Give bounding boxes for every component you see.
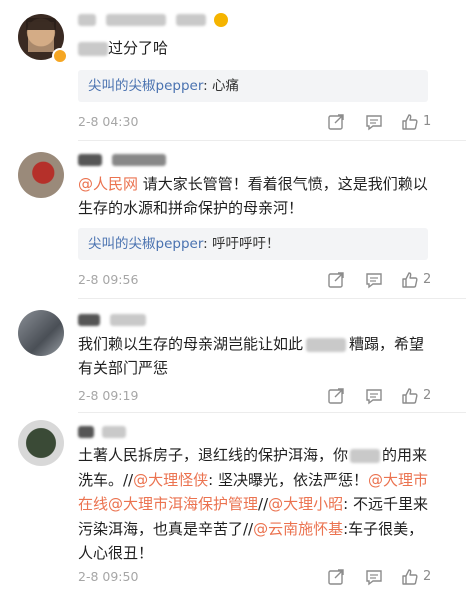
comment-text: 土著人民拆房子，退红线的保护洱海，你 的用来洗车。//@大理怪侠: 坚决曝光，依法… [78,446,428,562]
comment-text: 我们赖以生存的母亲湖岂能让如此 糟蹋，希望有关部门严惩 [78,335,425,377]
comment-text: @人民网 请大家长管管！看着很气愤，这是我们赖以生存的水源和拼命保护的母亲河！ [78,175,428,217]
redacted-text [350,448,381,463]
like-count: 1 [423,114,432,129]
comment-text: 过分了哈 [78,36,434,60]
avatar[interactable] [18,152,64,198]
comment-meta: 2-8 09:19 2 [78,386,438,406]
reply-username[interactable]: 尖叫的尖椒pepper [88,236,203,252]
comment-icon[interactable] [364,386,384,406]
like-count: 2 [423,272,432,287]
thumbs-up-icon[interactable] [400,112,420,132]
timestamp: 2-8 09:56 [78,272,139,287]
username-blurred[interactable] [78,12,229,28]
mention-link[interactable]: @人民网 [78,175,138,193]
comment-meta: 2-8 04:30 1 [78,112,438,132]
avatar[interactable] [18,420,64,466]
mention-link[interactable]: @大理小昭 [268,495,343,513]
reply-username[interactable]: 尖叫的尖椒pepper [88,78,203,94]
reply-preview[interactable]: 尖叫的尖椒pepper: 呼吁呼吁！ [78,228,428,260]
divider [78,140,466,141]
divider [78,412,466,413]
mention-link[interactable]: @大理怪侠 [133,471,208,489]
share-icon[interactable] [326,270,346,290]
timestamp: 2-8 09:19 [78,388,139,403]
reply-preview[interactable]: 尖叫的尖椒pepper: 心痛 [78,70,428,102]
reply-text: 呼吁呼吁！ [211,236,280,252]
avatar[interactable] [18,310,64,356]
comment-icon[interactable] [364,112,384,132]
username-blurred[interactable] [78,312,147,328]
comment-icon[interactable] [364,270,384,290]
share-icon[interactable] [326,567,346,587]
like-count: 2 [423,569,432,584]
thumbs-up-icon[interactable] [400,270,420,290]
mention-link[interactable]: @云南施怀基 [253,520,343,538]
thumbs-up-icon[interactable] [400,386,420,406]
comment-meta: 2-8 09:56 2 [78,270,438,290]
redacted-text [306,337,347,352]
thumbs-up-icon[interactable] [400,567,420,587]
username-blurred[interactable] [78,152,167,168]
comment-meta: 2-8 09:50 2 [78,567,438,587]
timestamp: 2-8 04:30 [78,114,139,129]
comment-icon[interactable] [364,567,384,587]
like-count: 2 [423,388,432,403]
username-blurred[interactable] [78,424,127,440]
divider [78,298,466,299]
reply-text: 心痛 [211,78,239,94]
verified-badge [52,48,68,64]
redacted-text [78,41,108,56]
share-icon[interactable] [326,386,346,406]
timestamp: 2-8 09:50 [78,569,139,584]
emoji-icon [214,12,229,27]
share-icon[interactable] [326,112,346,132]
mention-link[interactable]: @大理市洱海保护管理 [108,495,258,513]
